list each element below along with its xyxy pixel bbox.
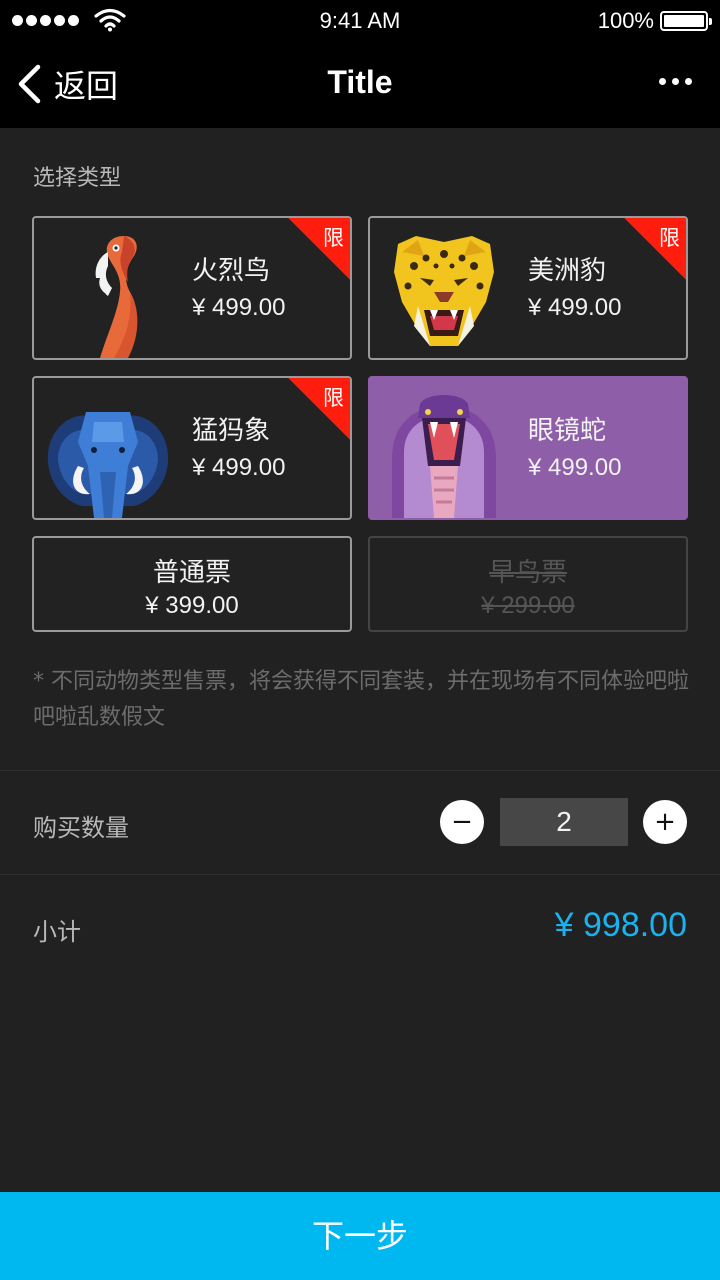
quantity-input[interactable]: 2 bbox=[500, 798, 628, 846]
page-title: Title bbox=[327, 64, 393, 100]
ticket-name: 普通票 bbox=[152, 558, 231, 588]
cobra-illustration bbox=[392, 395, 496, 518]
ticket-regular[interactable]: 普通票 ¥ 399.00 bbox=[32, 536, 352, 632]
increase-button[interactable]: + bbox=[643, 800, 687, 844]
decrease-button[interactable]: − bbox=[440, 800, 484, 844]
animal-price: ¥ 499.00 bbox=[192, 454, 286, 481]
ticket-price: ¥ 299.00 bbox=[481, 592, 575, 619]
animal-card-flamingo[interactable]: 火烈鸟 ¥ 499.00 限 bbox=[32, 216, 352, 360]
limited-badge-label: 限 bbox=[323, 226, 344, 250]
subtotal-label: 小计 bbox=[33, 918, 81, 946]
ticket-note: * 不同动物类型售票，将会获得不同套装，并在现场有不同体验吧啦吧啦乱数假文 bbox=[33, 669, 689, 730]
animal-card-mammoth[interactable]: 猛犸象 ¥ 499.00 限 bbox=[32, 376, 352, 520]
limited-badge-label: 限 bbox=[323, 386, 344, 410]
battery-percent: 100% bbox=[597, 8, 654, 33]
animal-card-jaguar[interactable]: 美洲豹 ¥ 499.00 限 bbox=[368, 216, 688, 360]
nav-bar: 返回 Title bbox=[0, 42, 720, 128]
divider bbox=[0, 874, 720, 875]
ticket-name: 早鸟票 bbox=[488, 558, 567, 588]
subtotal-value: ¥ 998.00 bbox=[554, 906, 687, 944]
next-step-button[interactable]: 下一步 bbox=[0, 1192, 720, 1280]
animal-name: 猛犸象 bbox=[192, 416, 271, 446]
animal-name: 眼镜蛇 bbox=[528, 416, 607, 446]
section-label: 选择类型 bbox=[33, 166, 122, 191]
ticket-early-bird: 早鸟票 ¥ 299.00 bbox=[368, 536, 688, 632]
animal-price: ¥ 499.00 bbox=[528, 454, 622, 481]
animal-price: ¥ 499.00 bbox=[192, 294, 286, 321]
quantity-label: 购买数量 bbox=[33, 814, 129, 842]
animal-price: ¥ 499.00 bbox=[528, 294, 622, 321]
status-bar: 9:41 AM 100% bbox=[0, 0, 720, 42]
jaguar-illustration bbox=[394, 236, 494, 346]
more-icon[interactable] bbox=[659, 78, 692, 85]
divider bbox=[0, 770, 720, 771]
limited-badge-label: 限 bbox=[659, 226, 680, 250]
flamingo-illustration bbox=[95, 236, 138, 358]
animal-card-cobra[interactable]: 眼镜蛇 ¥ 499.00 bbox=[368, 376, 688, 520]
mammoth-illustration bbox=[47, 412, 169, 518]
animal-name: 火烈鸟 bbox=[192, 256, 271, 286]
animal-name: 美洲豹 bbox=[528, 256, 607, 286]
ticket-price: ¥ 399.00 bbox=[145, 592, 239, 619]
battery-icon bbox=[660, 11, 712, 31]
